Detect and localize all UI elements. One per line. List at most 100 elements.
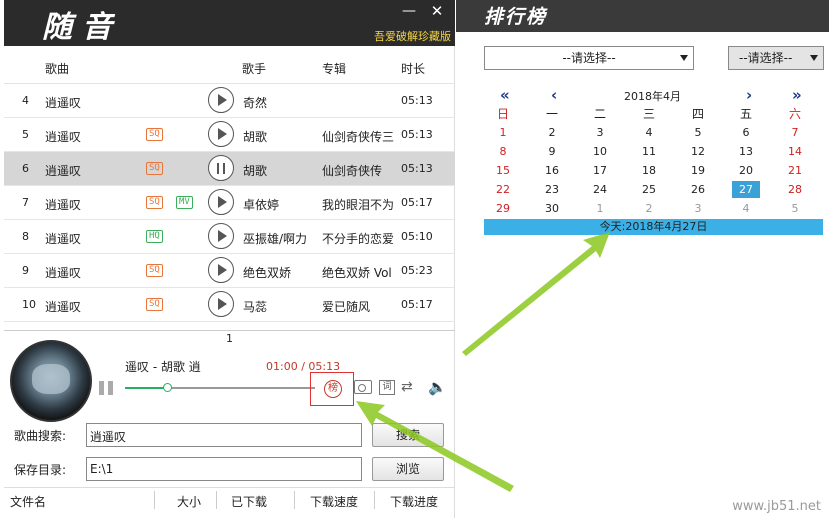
calendar-day[interactable]: 27 bbox=[732, 181, 760, 198]
calendar-day[interactable]: 4 bbox=[635, 124, 663, 141]
ranking-list-select[interactable]: --请选择-- bbox=[484, 46, 694, 70]
pause-icon[interactable] bbox=[99, 381, 115, 395]
song-name: 逍遥叹 bbox=[45, 300, 82, 314]
calendar-day[interactable]: 5 bbox=[684, 124, 712, 141]
save-dir-label: 保存目录: bbox=[14, 463, 67, 477]
calendar-day[interactable]: 7 bbox=[781, 124, 809, 141]
column-divider bbox=[154, 491, 155, 509]
calendar-day[interactable]: 10 bbox=[586, 143, 614, 160]
calendar-day[interactable]: 17 bbox=[586, 162, 614, 179]
calendar-month-label: 2018年4月 bbox=[624, 90, 681, 103]
calendar-day[interactable]: 19 bbox=[684, 162, 712, 179]
download-col-downloaded[interactable]: 已下载 bbox=[231, 493, 267, 510]
next-year-button[interactable]: » bbox=[792, 86, 802, 104]
ranking-type-select[interactable]: --请选择-- bbox=[728, 46, 824, 70]
calendar-day[interactable]: 23 bbox=[538, 181, 566, 198]
column-singer[interactable]: 歌手 bbox=[242, 60, 266, 77]
play-circle-icon[interactable] bbox=[208, 121, 234, 147]
search-input[interactable]: 逍遥叹 bbox=[86, 423, 362, 447]
today-button[interactable]: 今天:2018年4月27日 bbox=[484, 219, 823, 235]
calendar-day[interactable]: 12 bbox=[684, 143, 712, 160]
song-row[interactable]: 5 逍遥叹 SQ 胡歌 仙剑奇侠传三 05:13 bbox=[4, 118, 455, 152]
calendar-day[interactable]: 16 bbox=[538, 162, 566, 179]
weekday-header: 五 bbox=[739, 107, 752, 121]
calendar-day[interactable]: 1 bbox=[489, 124, 517, 141]
download-col-filename[interactable]: 文件名 bbox=[10, 493, 46, 510]
calendar-day[interactable]: 15 bbox=[489, 162, 517, 179]
weekday-header: 六 bbox=[788, 107, 801, 121]
column-divider bbox=[216, 491, 217, 509]
download-col-size[interactable]: 大小 bbox=[177, 493, 201, 510]
song-row[interactable]: 9 逍遥叹 SQ 绝色双娇 绝色双娇 Vol 05:23 bbox=[4, 254, 455, 288]
calendar-day[interactable]: 20 bbox=[732, 162, 760, 179]
play-circle-icon[interactable] bbox=[208, 291, 234, 317]
calendar-day[interactable]: 3 bbox=[586, 124, 614, 141]
calendar-day[interactable]: 4 bbox=[732, 200, 760, 217]
minimize-button[interactable]: — bbox=[402, 4, 416, 18]
search-button[interactable]: 搜索 bbox=[372, 423, 444, 447]
calendar-day[interactable]: 1 bbox=[586, 200, 614, 217]
play-circle-icon[interactable] bbox=[208, 223, 234, 249]
lyrics-icon[interactable]: 词 bbox=[379, 380, 395, 395]
progress-handle[interactable] bbox=[162, 383, 172, 392]
song-singer: 马蕊 bbox=[243, 300, 268, 314]
song-name: 逍遥叹 bbox=[45, 96, 82, 110]
progress-bar[interactable] bbox=[125, 383, 315, 392]
song-index: 6 bbox=[22, 162, 29, 175]
pause-circle-icon[interactable] bbox=[208, 155, 234, 181]
page-number[interactable]: 1 bbox=[4, 330, 455, 346]
calendar-day[interactable]: 14 bbox=[781, 143, 809, 160]
progress-fill bbox=[125, 387, 167, 389]
song-row[interactable]: 4 逍遥叹 奇然 05:13 bbox=[4, 84, 455, 118]
calendar-day[interactable]: 9 bbox=[538, 143, 566, 160]
calendar-day[interactable]: 2 bbox=[635, 200, 663, 217]
song-index: 9 bbox=[22, 264, 29, 277]
play-circle-icon[interactable] bbox=[208, 87, 234, 113]
ranking-icon[interactable]: 榜 bbox=[324, 380, 342, 398]
browse-button[interactable]: 浏览 bbox=[372, 457, 444, 481]
calendar-day[interactable]: 28 bbox=[781, 181, 809, 198]
calendar-day[interactable]: 22 bbox=[489, 181, 517, 198]
calendar-day[interactable]: 24 bbox=[586, 181, 614, 198]
calendar-day[interactable]: 2 bbox=[538, 124, 566, 141]
calendar-day[interactable]: 18 bbox=[635, 162, 663, 179]
calendar-day[interactable]: 26 bbox=[684, 181, 712, 198]
play-mode-icon[interactable]: ⇄ bbox=[401, 380, 417, 400]
edition-label: 吾爱破解珍藏版 bbox=[374, 30, 451, 43]
calendar-day[interactable]: 29 bbox=[489, 200, 517, 217]
column-album[interactable]: 专辑 bbox=[322, 60, 346, 77]
prev-month-button[interactable]: ‹ bbox=[551, 86, 557, 104]
volume-icon[interactable]: 🔈 bbox=[428, 379, 447, 399]
calendar-day[interactable]: 8 bbox=[489, 143, 517, 160]
radio-icon[interactable] bbox=[354, 380, 372, 394]
song-row[interactable]: 7 逍遥叹 SQ MV 卓依婷 我的眼泪不为 05:17 bbox=[4, 186, 455, 220]
play-circle-icon[interactable] bbox=[208, 257, 234, 283]
prev-year-button[interactable]: « bbox=[500, 86, 510, 104]
download-col-speed[interactable]: 下载速度 bbox=[310, 493, 358, 510]
song-index: 8 bbox=[22, 230, 29, 243]
song-row[interactable]: 6 逍遥叹 SQ 胡歌 仙剑奇侠传 05:13 bbox=[4, 152, 455, 186]
column-song[interactable]: 歌曲 bbox=[45, 60, 69, 77]
sq-quality-badge: SQ bbox=[146, 264, 163, 277]
song-row[interactable]: 10 逍遥叹 SQ 马蕊 爱已随风 05:17 bbox=[4, 288, 455, 322]
column-duration[interactable]: 时长 bbox=[401, 60, 425, 77]
calendar-day[interactable]: 30 bbox=[538, 200, 566, 217]
calendar-day[interactable]: 25 bbox=[635, 181, 663, 198]
play-circle-icon[interactable] bbox=[208, 189, 234, 215]
calendar-day[interactable]: 6 bbox=[732, 124, 760, 141]
album-cover bbox=[10, 340, 92, 422]
song-album: 仙剑奇侠传 bbox=[322, 164, 383, 178]
mv-quality-badge[interactable]: MV bbox=[176, 196, 193, 209]
download-col-progress[interactable]: 下载进度 bbox=[390, 493, 438, 510]
calendar-day[interactable]: 21 bbox=[781, 162, 809, 179]
calendar-day[interactable]: 11 bbox=[635, 143, 663, 160]
close-button[interactable]: ✕ bbox=[430, 4, 444, 19]
song-row[interactable]: 8 逍遥叹 HQ 巫振雄/啊力 不分手的恋爱 05:10 bbox=[4, 220, 455, 254]
save-dir-input[interactable]: E:\1 bbox=[86, 457, 362, 481]
calendar-day[interactable]: 3 bbox=[684, 200, 712, 217]
next-month-button[interactable]: › bbox=[746, 86, 752, 104]
calendar-day[interactable]: 5 bbox=[781, 200, 809, 217]
calendar-day[interactable]: 13 bbox=[732, 143, 760, 160]
song-duration: 05:13 bbox=[401, 128, 433, 141]
song-duration: 05:10 bbox=[401, 230, 433, 243]
